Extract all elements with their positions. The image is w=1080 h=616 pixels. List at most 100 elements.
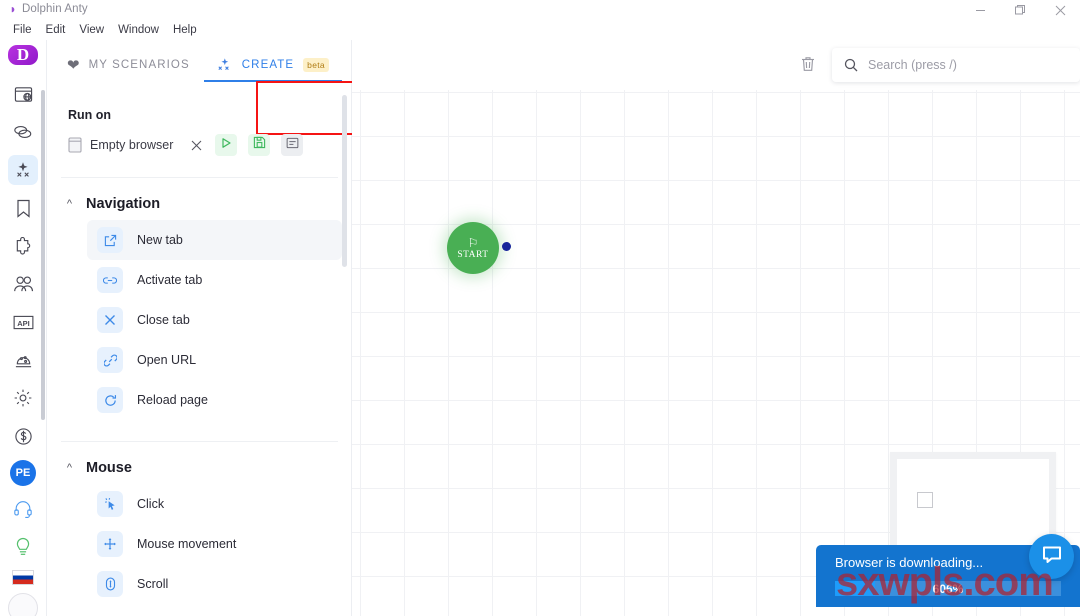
action-click[interactable]: Click <box>87 484 342 524</box>
app-window: ◗ Dolphin Anty File Edit View Window Hel… <box>0 0 1080 616</box>
heart-icon: ❤ <box>67 56 80 74</box>
window-titlebar: ◗ Dolphin Anty <box>0 0 1080 20</box>
panel-divider-2 <box>61 441 338 442</box>
action-scroll[interactable]: Scroll <box>87 564 342 604</box>
api-icon: API <box>13 315 34 330</box>
start-node-output-port[interactable] <box>502 242 511 251</box>
menu-file[interactable]: File <box>6 22 39 38</box>
extensions-icon <box>14 236 33 256</box>
reload-circular-icon <box>97 387 123 413</box>
delete-scenario-button[interactable] <box>799 55 819 75</box>
rail-bottom-circle[interactable] <box>8 593 38 616</box>
tab-create-label: CREATE <box>241 59 295 71</box>
canvas-toolbar <box>352 40 1080 90</box>
search-icon <box>844 58 858 72</box>
sidebar-item-api[interactable]: API <box>8 307 38 337</box>
clear-browser-button[interactable] <box>188 137 204 153</box>
save-scenario-button[interactable] <box>248 134 271 156</box>
action-list-navigation: New tab Activate tab Close tab Open URL … <box>47 220 352 420</box>
minimize-button[interactable] <box>960 0 1000 20</box>
start-node[interactable]: ⚐ START <box>447 222 499 274</box>
download-progress-bar: 606% <box>835 581 1061 596</box>
sidebar-item-fingerprint[interactable] <box>8 345 38 375</box>
action-reload-page[interactable]: Reload page <box>87 380 342 420</box>
run-on-row: Empty browser <box>68 134 352 156</box>
beta-badge: beta <box>303 58 329 72</box>
sidebar-item-browser-profiles[interactable] <box>8 79 38 109</box>
chevron-up-icon-2: ^ <box>66 461 73 474</box>
log-list-icon <box>286 136 299 154</box>
action-activate-tab[interactable]: Activate tab <box>87 260 342 300</box>
group-title-mouse: Mouse <box>86 460 132 476</box>
move-arrows-icon <box>97 531 123 557</box>
group-header-navigation[interactable]: ^ Navigation <box>63 196 352 212</box>
team-members-icon <box>13 275 34 293</box>
tab-my-scenarios-label: MY SCENARIOS <box>88 59 190 71</box>
sidebar-item-extensions[interactable] <box>8 231 38 261</box>
tab-my-scenarios[interactable]: ❤ MY SCENARIOS <box>47 40 204 90</box>
dolphin-logo[interactable]: D <box>8 45 38 65</box>
cursor-click-icon <box>97 491 123 517</box>
run-on-title: Run on <box>68 108 112 122</box>
panel-scrollbar[interactable] <box>342 95 347 267</box>
action-mouse-movement-label: Mouse movement <box>137 537 237 551</box>
trash-icon <box>799 55 817 75</box>
language-flag-ru-icon[interactable] <box>12 570 34 585</box>
close-button[interactable] <box>1040 0 1080 20</box>
sidebar-item-automation-scenarios[interactable] <box>8 155 38 185</box>
scenario-canvas[interactable]: ⚐ START <box>352 90 1080 616</box>
action-new-tab-label: New tab <box>137 233 183 247</box>
mouse-scroll-icon <box>97 571 123 597</box>
sidebar-item-proxy[interactable] <box>8 117 38 147</box>
browser-profiles-icon <box>14 85 33 104</box>
search-input[interactable] <box>868 58 1068 72</box>
menu-edit[interactable]: Edit <box>39 22 73 38</box>
rail-scrollbar[interactable] <box>41 90 45 420</box>
menu-help[interactable]: Help <box>166 22 204 38</box>
tips-bulb-icon <box>14 537 32 557</box>
sidebar-item-support[interactable] <box>8 494 38 524</box>
sidebar-item-team-members[interactable] <box>8 269 38 299</box>
menu-window[interactable]: Window <box>111 22 166 38</box>
tab-active-underline <box>203 80 342 82</box>
sidebar-item-billing[interactable] <box>8 421 38 451</box>
floating-panel-checkbox[interactable] <box>917 492 933 508</box>
app-logo-mark-icon: ◗ <box>9 2 17 16</box>
search-box[interactable] <box>832 48 1080 82</box>
tab-switch-icon <box>97 267 123 293</box>
run-scenario-button[interactable] <box>215 134 238 156</box>
action-open-url-label: Open URL <box>137 353 197 367</box>
window-title: Dolphin Anty <box>22 3 88 15</box>
action-activate-tab-label: Activate tab <box>137 273 203 287</box>
maximize-button[interactable] <box>1000 0 1040 20</box>
sidebar-item-settings[interactable] <box>8 383 38 413</box>
action-close-tab[interactable]: Close tab <box>87 300 342 340</box>
run-on-browser-name: Empty browser <box>90 138 174 152</box>
sidebar-item-tips[interactable] <box>8 532 38 562</box>
svg-text:API: API <box>17 318 30 327</box>
tab-create[interactable]: CREATE beta <box>203 40 342 90</box>
chevron-up-icon: ^ <box>66 197 73 210</box>
logs-button[interactable] <box>281 134 304 156</box>
support-chat-button[interactable] <box>1029 534 1074 579</box>
download-progress-text: 606% <box>932 581 964 596</box>
action-click-label: Click <box>137 497 165 511</box>
window-controls <box>960 0 1080 20</box>
start-node-label: START <box>457 249 489 260</box>
proxy-icon <box>13 124 33 140</box>
action-list-mouse: Click Mouse movement Scroll <box>47 484 352 604</box>
scenario-panel: ❤ MY SCENARIOS CREATE beta Run on Empty … <box>47 40 404 616</box>
bookmarks-icon <box>16 199 31 218</box>
magic-wand-sparkle-icon <box>217 57 233 73</box>
fingerprint-icon <box>14 351 33 370</box>
browser-profile-icon <box>68 137 82 153</box>
save-icon <box>253 136 266 154</box>
support-headset-icon <box>13 499 33 519</box>
sidebar-item-bookmarks[interactable] <box>8 193 38 223</box>
action-new-tab[interactable]: New tab <box>87 220 342 260</box>
menu-view[interactable]: View <box>72 22 111 38</box>
action-open-url[interactable]: Open URL <box>87 340 342 380</box>
action-mouse-movement[interactable]: Mouse movement <box>87 524 342 564</box>
user-avatar[interactable]: PE <box>10 460 36 486</box>
group-header-mouse[interactable]: ^ Mouse <box>63 460 352 476</box>
